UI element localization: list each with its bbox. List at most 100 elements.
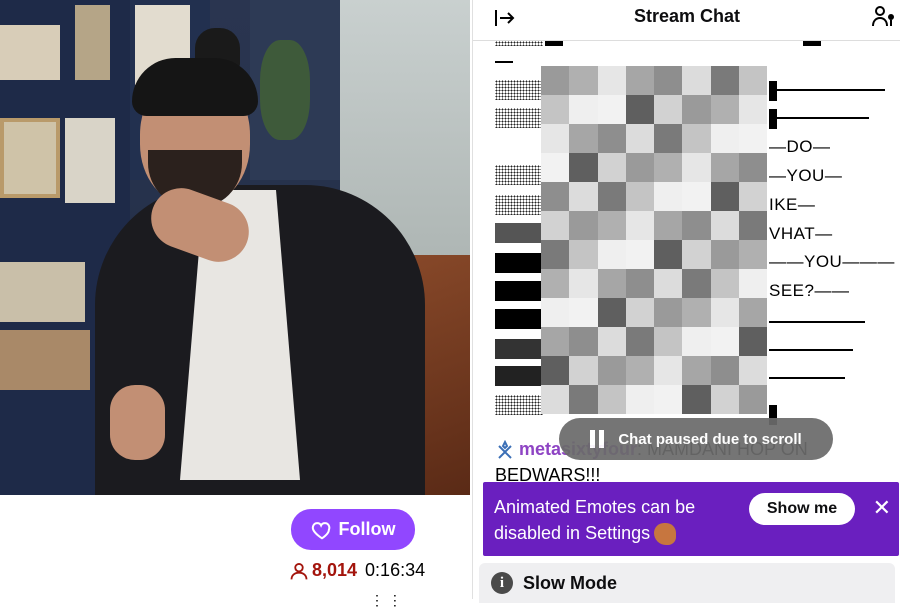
ascii-art-fragment: [495, 41, 543, 46]
mosaic-cell: [682, 182, 711, 211]
mosaic-cell: [597, 298, 626, 327]
mosaic-cell: [569, 385, 598, 414]
ascii-art-fragment: [545, 41, 563, 46]
ascii-art-line: —DO—: [769, 137, 831, 156]
pause-icon: [590, 430, 608, 448]
ascii-art-fragment: [495, 339, 543, 359]
slow-mode-label: Slow Mode: [523, 572, 617, 593]
ascii-art-fragment: [495, 223, 543, 243]
pixelated-image: [541, 66, 767, 414]
mosaic-cell: [654, 211, 683, 240]
mosaic-cell: [569, 269, 598, 298]
ascii-art-fragment: [495, 108, 543, 128]
ascii-art-fragment: [777, 117, 869, 119]
ascii-art-fragment: [495, 195, 543, 215]
mosaic-cell: [569, 153, 598, 182]
mosaic-cell: [682, 153, 711, 182]
mosaic-cell: [654, 356, 683, 385]
framed-picture: [0, 118, 60, 198]
mosaic-cell: [710, 124, 739, 153]
mosaic-cell: [710, 269, 739, 298]
book-stack: [75, 5, 110, 80]
mosaic-cell: [597, 182, 626, 211]
mosaic-cell: [682, 327, 711, 356]
slow-mode-notice: i Slow Mode: [479, 563, 895, 603]
mosaic-cell: [597, 385, 626, 414]
mosaic-cell: [738, 182, 767, 211]
mosaic-cell: [625, 124, 654, 153]
person-hair: [132, 58, 258, 116]
mosaic-cell: [625, 240, 654, 269]
mosaic-cell: [597, 95, 626, 124]
mosaic-cell: [541, 240, 570, 269]
mosaic-cell: [569, 95, 598, 124]
mosaic-cell: [541, 66, 570, 95]
ascii-art-line: SEE?——: [769, 281, 850, 300]
mosaic-cell: [682, 66, 711, 95]
mosaic-cell: [569, 182, 598, 211]
chat-panel: Stream Chat —DO— —YOU— IKE— VHAT— ——YOU—…: [472, 0, 900, 603]
mosaic-cell: [569, 211, 598, 240]
stream-panel: Follow 8,014 0:16:34 ⋮ ⋮: [0, 0, 470, 608]
mosaic-cell: [597, 327, 626, 356]
resting-hand: [110, 385, 165, 460]
mosaic-cell: [710, 240, 739, 269]
mosaic-cell: [597, 153, 626, 182]
chat-paused-banner[interactable]: Chat paused due to scroll: [559, 418, 833, 460]
mosaic-cell: [654, 153, 683, 182]
viewer-count-value: 8,014: [312, 560, 358, 580]
mosaic-cell: [738, 95, 767, 124]
mosaic-cell: [597, 356, 626, 385]
mosaic-cell: [541, 356, 570, 385]
ascii-art-fragment: [495, 165, 543, 185]
community-users-icon[interactable]: [871, 4, 897, 30]
mosaic-cell: [654, 66, 683, 95]
book-stack: [0, 330, 90, 390]
mosaic-cell: [654, 240, 683, 269]
mosaic-cell: [738, 66, 767, 95]
ascii-art-line: VHAT—: [769, 224, 833, 243]
book-stack: [0, 25, 60, 80]
mosaic-cell: [625, 153, 654, 182]
mosaic-cell: [738, 269, 767, 298]
user-badge-icon: [498, 440, 512, 459]
mosaic-cell: [625, 211, 654, 240]
mosaic-cell: [625, 298, 654, 327]
chat-paused-label: Chat paused due to scroll: [618, 430, 802, 448]
mosaic-cell: [654, 327, 683, 356]
ascii-art-line: —YOU—: [769, 166, 843, 185]
mosaic-cell: [738, 240, 767, 269]
close-icon[interactable]: ✕: [873, 495, 891, 521]
mosaic-cell: [738, 211, 767, 240]
plant: [260, 40, 310, 140]
chat-header: Stream Chat: [473, 0, 900, 41]
mosaic-cell: [710, 66, 739, 95]
mosaic-cell: [738, 385, 767, 414]
promo-text: Animated Emotes can be disabled in Setti…: [494, 494, 734, 546]
more-options-icon[interactable]: ⋮ ⋮: [370, 592, 402, 609]
mosaic-cell: [710, 298, 739, 327]
mosaic-cell: [654, 385, 683, 414]
mosaic-cell: [597, 240, 626, 269]
ascii-art-fragment: [769, 109, 777, 129]
follow-button[interactable]: Follow: [291, 509, 415, 550]
mosaic-cell: [541, 298, 570, 327]
mosaic-cell: [682, 124, 711, 153]
ascii-art-fragment: [495, 80, 543, 100]
follow-label: Follow: [338, 519, 396, 539]
mosaic-cell: [625, 269, 654, 298]
mosaic-cell: [569, 356, 598, 385]
mosaic-cell: [710, 95, 739, 124]
mosaic-cell: [682, 356, 711, 385]
animated-emotes-promo: Animated Emotes can be disabled in Setti…: [483, 482, 899, 556]
mosaic-cell: [597, 269, 626, 298]
mosaic-cell: [682, 298, 711, 327]
show-me-button[interactable]: Show me: [749, 493, 855, 525]
mosaic-cell: [654, 298, 683, 327]
stream-uptime: 0:16:34: [365, 560, 426, 580]
mosaic-cell: [738, 298, 767, 327]
mosaic-cell: [541, 211, 570, 240]
video-player[interactable]: [0, 0, 470, 495]
chat-message-list[interactable]: —DO— —YOU— IKE— VHAT— ——YOU——— SEE?——: [473, 41, 900, 481]
mosaic-cell: [710, 182, 739, 211]
